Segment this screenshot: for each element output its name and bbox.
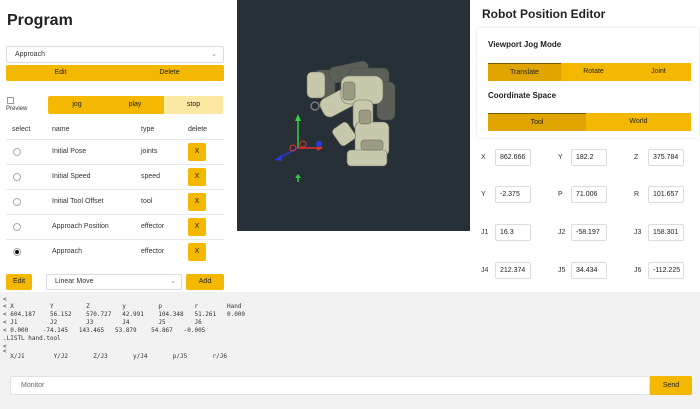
column-header-delete: delete: [188, 126, 208, 133]
program-title: Program: [7, 12, 73, 29]
row-select-radio[interactable]: [13, 223, 21, 231]
field-j3-input[interactable]: 158.301: [648, 224, 684, 241]
row-delete-button[interactable]: X: [188, 193, 206, 211]
table-row[interactable]: Approach Position effector X: [6, 214, 224, 239]
robot-3d-viewport[interactable]: [237, 0, 470, 231]
field-label-j6: J6: [634, 267, 642, 274]
field-j6-input[interactable]: -112.225: [648, 262, 684, 279]
column-header-name: name: [52, 126, 70, 133]
chevron-down-icon: ⌄: [170, 278, 176, 285]
delete-program-button[interactable]: Delete: [115, 65, 224, 81]
row-type: effector: [141, 223, 165, 230]
row-delete-button[interactable]: X: [188, 243, 206, 261]
field-label-j2: J2: [558, 229, 566, 236]
coordinate-space-heading: Coordinate Space: [488, 91, 557, 100]
field-j4-input[interactable]: 212.374: [495, 262, 531, 279]
chevron-down-icon: ⌄: [211, 51, 217, 58]
row-name: Approach: [52, 248, 82, 255]
jog-button[interactable]: jog: [48, 96, 106, 114]
field-label-j4: J4: [481, 267, 489, 274]
monitor-bar: Monitor Send: [0, 366, 700, 409]
column-header-select: select: [12, 126, 31, 133]
coordinate-space-toggle: Tool World: [488, 113, 691, 131]
add-step-button[interactable]: Add: [186, 274, 224, 290]
row-select-radio[interactable]: [13, 173, 21, 181]
row-type: joints: [141, 148, 158, 155]
field-roll-input[interactable]: 101.657: [648, 186, 684, 203]
row-delete-button[interactable]: X: [188, 143, 206, 161]
console-output[interactable]: < < X Y Z y p r Hand < 604.187 56.152 57…: [0, 292, 700, 366]
field-z-input[interactable]: 375.784: [648, 149, 684, 166]
table-row[interactable]: Approach effector X: [6, 239, 224, 264]
console-line: X/J1 Y/J2 Z/J3 y/J4 p/J5 r/J6: [3, 353, 227, 360]
row-delete-button[interactable]: X: [188, 218, 206, 236]
console-line: .LISTL hand.tool: [3, 335, 61, 342]
move-type-select[interactable]: Linear Move ⌄: [46, 274, 182, 290]
jog-mode-heading: Viewport Jog Mode: [488, 40, 562, 49]
move-type-value: Linear Move: [55, 278, 94, 285]
row-name: Initial Tool Offset: [52, 198, 104, 205]
console-line: <: [3, 296, 7, 303]
field-label-pitch: P: [558, 191, 563, 198]
world-button[interactable]: World: [586, 113, 691, 131]
play-button[interactable]: play: [106, 96, 164, 114]
console-line: < 0.000 -74.145 143.465 53.879 54.867 -0…: [3, 327, 206, 334]
row-name: Approach Position: [52, 223, 109, 230]
program-panel: Program Approach ⌄ Edit Delete Preview j…: [0, 0, 232, 292]
field-y-input[interactable]: 182.2: [571, 149, 607, 166]
field-j2-input[interactable]: -58.197: [571, 224, 607, 241]
table-row[interactable]: Initial Pose joints X: [6, 139, 224, 164]
row-type: speed: [141, 173, 161, 180]
send-button[interactable]: Send: [650, 376, 692, 395]
field-label-x: X: [481, 154, 486, 161]
rotate-button[interactable]: Rotate: [561, 63, 626, 81]
row-type: tool: [141, 198, 153, 205]
translate-button[interactable]: Translate: [488, 63, 561, 81]
field-label-z: Z: [634, 154, 639, 161]
edit-delete-bar: Edit Delete: [6, 65, 224, 81]
console-line: < X Y Z y p r Hand: [3, 303, 242, 310]
robot-position-editor: Robot Position Editor Viewport Jog Mode …: [470, 0, 700, 292]
jog-mode-toggle: Translate Rotate Joint: [488, 63, 691, 81]
row-select-radio-selected[interactable]: [13, 248, 21, 256]
preview-label: Preview: [6, 106, 28, 112]
field-x-input[interactable]: 862.666: [495, 149, 531, 166]
edit-program-button[interactable]: Edit: [6, 65, 115, 81]
editor-title: Robot Position Editor: [482, 7, 606, 21]
editor-mode-card: Viewport Jog Mode Translate Rotate Joint…: [477, 28, 699, 138]
field-pitch-input[interactable]: 71.006: [571, 186, 607, 203]
row-type: effector: [141, 248, 165, 255]
program-select-value: Approach: [15, 51, 45, 58]
joint-button[interactable]: Joint: [626, 63, 691, 81]
row-select-radio[interactable]: [13, 148, 21, 156]
viewport-footer-space: [237, 231, 470, 291]
edit-step-button[interactable]: Edit: [6, 274, 32, 290]
field-label-y: Y: [558, 154, 563, 161]
field-label-yaw: Y: [481, 191, 486, 198]
table-row[interactable]: Initial Tool Offset tool X: [6, 189, 224, 214]
field-yaw-input[interactable]: -2.375: [495, 186, 531, 203]
monitor-input[interactable]: Monitor: [10, 376, 650, 395]
tool-button[interactable]: Tool: [488, 113, 586, 131]
field-label-j5: J5: [558, 267, 566, 274]
column-header-type: type: [141, 126, 155, 133]
app-root: Program Approach ⌄ Edit Delete Preview j…: [0, 0, 700, 409]
console-line: < 604.187 56.152 570.727 42.991 104.348 …: [3, 311, 246, 318]
program-select[interactable]: Approach ⌄: [6, 46, 224, 63]
playback-mode-bar: jog play stop: [48, 96, 223, 114]
field-label-j3: J3: [634, 229, 642, 236]
row-select-radio[interactable]: [13, 198, 21, 206]
preview-checkbox[interactable]: [7, 97, 14, 104]
row-delete-button[interactable]: X: [188, 168, 206, 186]
stop-button[interactable]: stop: [164, 96, 223, 114]
field-label-j1: J1: [481, 229, 489, 236]
field-j1-input[interactable]: 16.3: [495, 224, 531, 241]
field-j5-input[interactable]: 34.434: [571, 262, 607, 279]
field-label-roll: R: [634, 191, 640, 198]
row-name: Initial Pose: [52, 148, 87, 155]
table-row[interactable]: Initial Speed speed X: [6, 164, 224, 189]
console-line: < J1 J2 J3 J4 J5 J6: [3, 319, 202, 326]
robot-model-render: [275, 60, 396, 182]
row-name: Initial Speed: [52, 173, 91, 180]
